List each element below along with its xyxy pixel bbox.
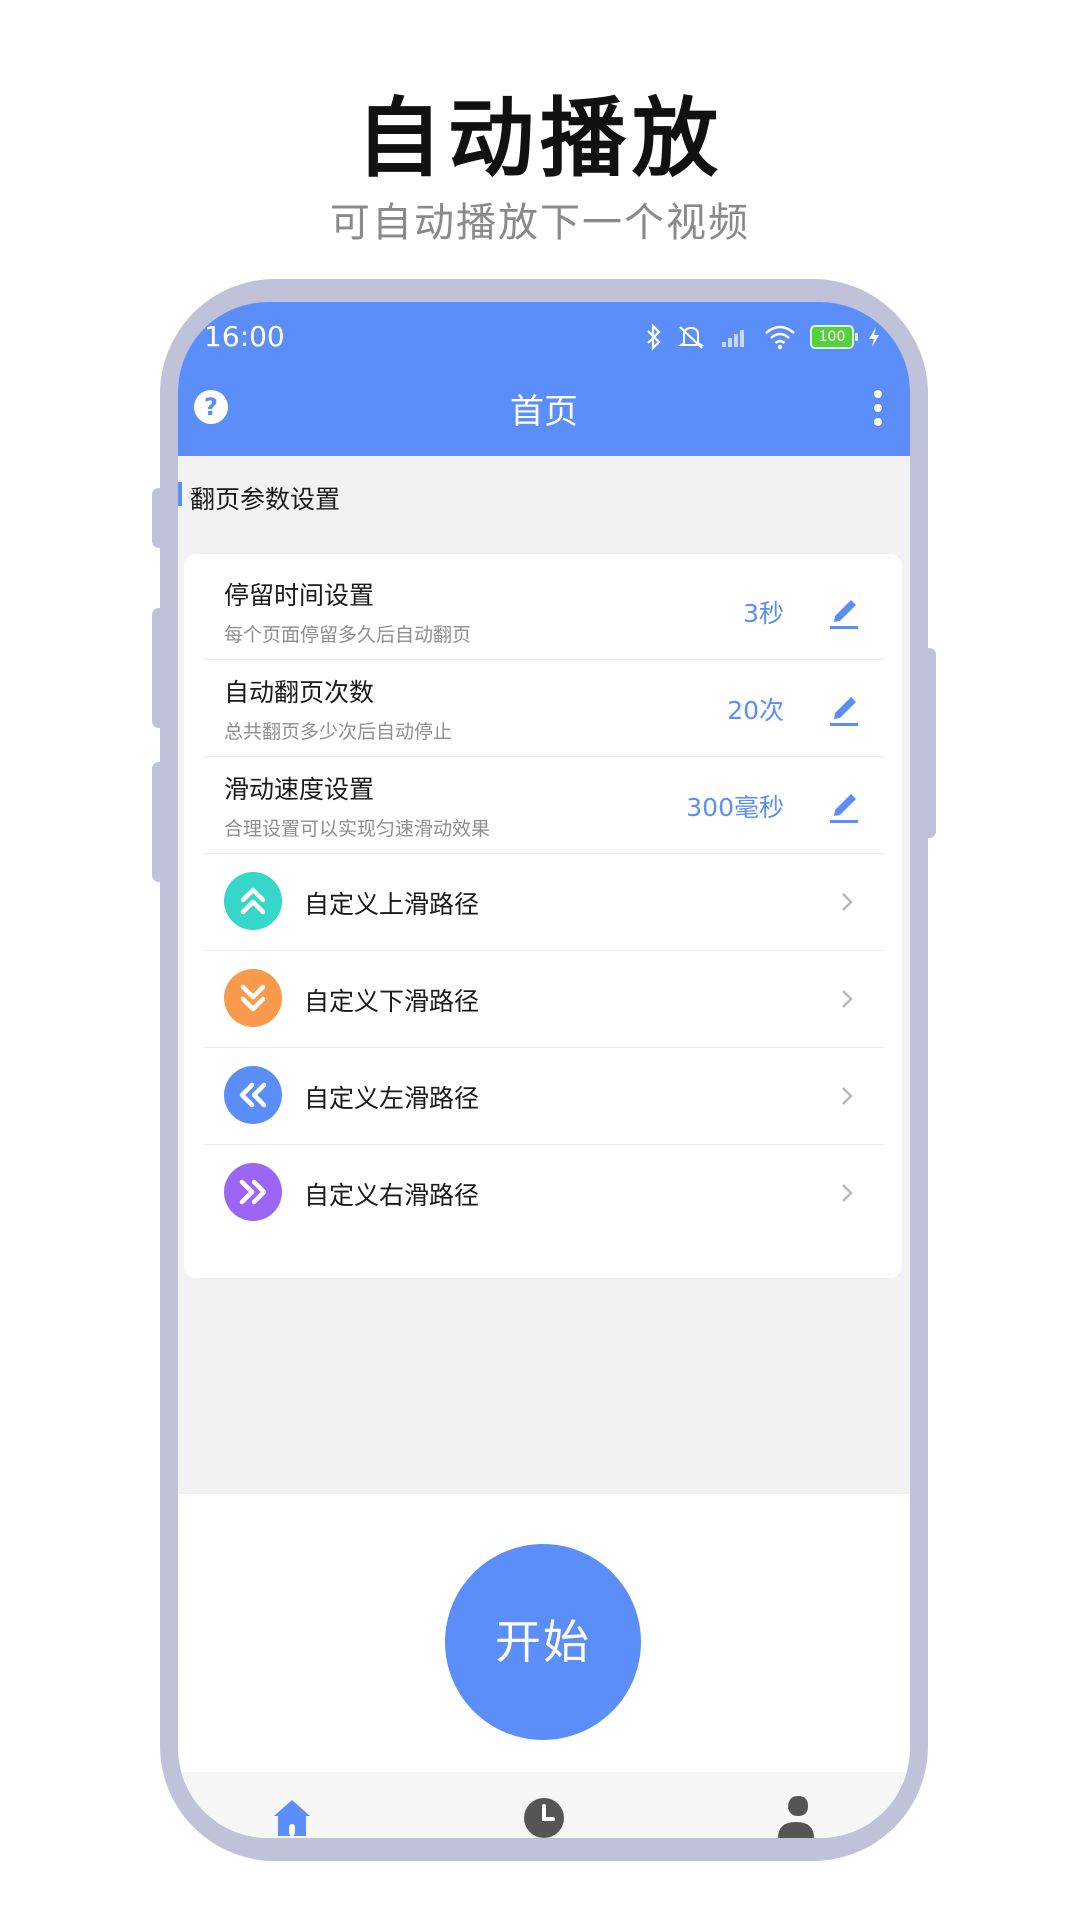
setting-row-swipe-speed[interactable]: 滑动速度设置 合理设置可以实现匀速滑动效果 300毫秒 bbox=[204, 756, 884, 854]
chevron-right-icon bbox=[842, 990, 853, 1008]
user-icon[interactable] bbox=[774, 1794, 818, 1838]
double-chevron-down-icon bbox=[224, 969, 282, 1027]
phone-side-button bbox=[152, 608, 166, 728]
more-vertical-icon[interactable] bbox=[872, 390, 884, 426]
path-row-down[interactable]: 自定义下滑路径 bbox=[204, 950, 884, 1048]
path-label: 自定义下滑路径 bbox=[304, 987, 480, 1016]
chevron-right-icon bbox=[842, 893, 853, 911]
setting-row-page-count[interactable]: 自动翻页次数 总共翻页多少次后自动停止 20次 bbox=[204, 659, 884, 757]
setting-title: 滑动速度设置 bbox=[224, 775, 375, 804]
start-button[interactable]: 开始 bbox=[445, 1544, 641, 1740]
section-title: 翻页参数设置 bbox=[190, 485, 341, 514]
setting-description: 总共翻页多少次后自动停止 bbox=[224, 721, 453, 743]
path-label: 自定义上滑路径 bbox=[304, 890, 480, 919]
phone-screen: 16:00 100 ? 首页 翻页参数设置 停留时间设置 每个页面停留多久后自动… bbox=[178, 302, 910, 1838]
path-label: 自定义右滑路径 bbox=[304, 1181, 480, 1210]
phone-side-button bbox=[922, 648, 936, 838]
edit-icon[interactable] bbox=[826, 687, 862, 727]
signal-icon bbox=[722, 330, 744, 347]
setting-row-stay-time[interactable]: 停留时间设置 每个页面停留多久后自动翻页 3秒 bbox=[204, 562, 884, 660]
tab-bar bbox=[178, 1772, 910, 1838]
phone-side-button bbox=[152, 488, 166, 548]
section-accent-bar bbox=[178, 482, 182, 506]
promo-subtitle: 可自动播放下一个视频 bbox=[330, 200, 750, 246]
setting-title: 停留时间设置 bbox=[224, 581, 375, 610]
chevron-right-icon bbox=[842, 1184, 853, 1202]
status-time: 16:00 bbox=[204, 320, 285, 353]
mute-icon bbox=[677, 326, 705, 349]
setting-value: 300毫秒 bbox=[686, 793, 784, 822]
edit-icon[interactable] bbox=[826, 784, 862, 824]
double-chevron-left-icon bbox=[224, 1066, 282, 1124]
path-row-up[interactable]: 自定义上滑路径 bbox=[204, 853, 884, 951]
app-header: 16:00 100 ? 首页 bbox=[178, 302, 910, 456]
edit-icon[interactable] bbox=[826, 590, 862, 630]
path-row-left[interactable]: 自定义左滑路径 bbox=[204, 1047, 884, 1145]
clock-icon[interactable] bbox=[522, 1794, 566, 1838]
setting-description: 合理设置可以实现匀速滑动效果 bbox=[224, 818, 491, 840]
promo-title: 自动播放 bbox=[356, 89, 724, 189]
double-chevron-up-icon bbox=[224, 872, 282, 930]
phone-side-button bbox=[152, 762, 166, 882]
setting-title: 自动翻页次数 bbox=[224, 678, 375, 707]
chevron-right-icon bbox=[842, 1087, 853, 1105]
wifi-icon bbox=[765, 325, 795, 350]
bluetooth-icon bbox=[647, 323, 661, 351]
page-title: 首页 bbox=[510, 392, 578, 432]
setting-value: 3秒 bbox=[743, 599, 784, 628]
path-row-right[interactable]: 自定义右滑路径 bbox=[204, 1144, 884, 1241]
path-label: 自定义左滑路径 bbox=[304, 1084, 480, 1113]
status-icons: 100 bbox=[646, 320, 880, 354]
double-chevron-right-icon bbox=[224, 1163, 282, 1221]
setting-value: 20次 bbox=[727, 696, 784, 725]
setting-description: 每个页面停留多久后自动翻页 bbox=[224, 624, 472, 646]
settings-card: 停留时间设置 每个页面停留多久后自动翻页 3秒 自动翻页次数 总共翻页多少次后自… bbox=[184, 554, 902, 1278]
home-icon[interactable] bbox=[270, 1794, 314, 1838]
battery-icon: 100 bbox=[810, 325, 858, 349]
charging-icon bbox=[869, 327, 879, 347]
